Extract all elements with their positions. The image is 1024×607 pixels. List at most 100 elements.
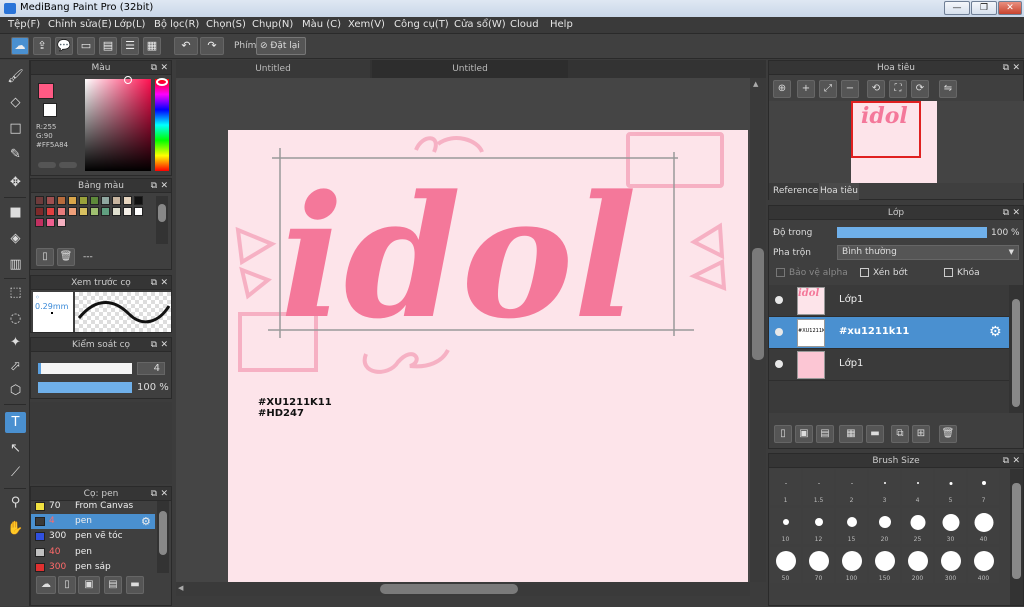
redo-icon[interactable]: ↷	[200, 37, 224, 55]
brush-size-cell[interactable]: 15	[836, 508, 867, 544]
menu-capture[interactable]: Chụp(N)	[252, 19, 293, 30]
zoom-in-icon[interactable]: +	[797, 80, 815, 98]
divide-tool-icon[interactable]: ⟋	[5, 462, 26, 483]
reset-button[interactable]: ⊘ Đặt lại	[256, 37, 306, 55]
menu-tools[interactable]: Công cụ(T)	[394, 19, 449, 30]
palette-swatch[interactable]	[90, 196, 99, 205]
palette-swatch[interactable]	[90, 207, 99, 216]
tab-reference[interactable]: Reference	[769, 183, 819, 200]
brush-size-cell[interactable]: 1.5	[803, 469, 834, 505]
gear-icon[interactable]: ⚙	[989, 324, 1002, 340]
new-layer-icon[interactable]: ▯	[774, 425, 792, 443]
palette-swatch[interactable]	[46, 207, 55, 216]
delete-layer-icon[interactable]: 🗑	[939, 425, 957, 443]
brush-tool-icon[interactable]: 🖌	[5, 66, 26, 87]
brush-row[interactable]: 300 pen vẽ tóc	[31, 529, 155, 544]
clipping-checkbox[interactable]	[860, 268, 869, 277]
palette-swatch[interactable]	[123, 207, 132, 216]
color-mode-toggle-2[interactable]	[59, 162, 77, 168]
float-icon[interactable]: ⧉	[151, 179, 157, 193]
menu-filter[interactable]: Bộ lọc(R)	[154, 19, 199, 30]
blend-mode-select[interactable]: Bình thường ▼	[837, 245, 1019, 260]
brush-size-cell[interactable]: 7	[968, 469, 999, 505]
bucket-tool-icon[interactable]: ◈	[5, 228, 26, 249]
brush-size-cell[interactable]: 3	[869, 469, 900, 505]
palette-swatch[interactable]	[46, 218, 55, 227]
brush-size-cell[interactable]: 10	[770, 508, 801, 544]
gear-icon[interactable]: ⚙	[141, 515, 151, 528]
palette-swatch[interactable]	[112, 196, 121, 205]
saturation-value-picker[interactable]	[85, 79, 151, 171]
dot-pen-tool-icon[interactable]: ✎	[5, 144, 26, 165]
palette-scrollbar[interactable]	[156, 196, 168, 244]
float-icon[interactable]: ⧉	[1003, 206, 1009, 220]
brush-size-cell[interactable]: 30	[935, 508, 966, 544]
layer-row[interactable]: idol Lớp1	[769, 285, 1009, 317]
select-pen-tool-icon[interactable]: ⬀	[5, 356, 26, 377]
palette-swatch[interactable]	[35, 196, 44, 205]
flip-icon[interactable]: ⇋	[939, 80, 957, 98]
zoom-icon[interactable]: ⊕	[773, 80, 791, 98]
float-icon[interactable]: ⧉	[151, 61, 157, 75]
rotate-right-icon[interactable]: ⟳	[911, 80, 929, 98]
layer-row[interactable]: Lớp1	[769, 349, 1009, 381]
sv-picker-handle[interactable]	[124, 76, 132, 84]
brush-settings-icon[interactable]: ▤	[104, 576, 122, 594]
palette-swatch[interactable]	[134, 207, 143, 216]
navigator-preview-area[interactable]: idol	[769, 101, 1024, 183]
palette-swatch[interactable]	[35, 218, 44, 227]
gradient-tool-icon[interactable]: ▥	[5, 254, 26, 275]
close-icon[interactable]: ✕	[1012, 454, 1020, 468]
zoom-out-icon[interactable]: −	[841, 80, 859, 98]
layer-list-scrollbar[interactable]	[1009, 285, 1023, 413]
operation-tool-icon[interactable]: ↖	[5, 438, 26, 459]
palette-swatch[interactable]	[68, 207, 77, 216]
palette-swatch[interactable]	[101, 207, 110, 216]
menu-color[interactable]: Màu (C)	[302, 19, 341, 30]
add-brush-menu-icon[interactable]: ▣	[78, 576, 100, 594]
share-icon[interactable]: ⇪	[33, 37, 51, 55]
document-icon[interactable]: ▤	[99, 37, 117, 55]
brush-size-cell[interactable]: 4	[902, 469, 933, 505]
protect-alpha-checkbox[interactable]	[776, 268, 785, 277]
canvas-horizontal-scrollbar[interactable]: ◀	[176, 582, 750, 596]
palette-swatch[interactable]	[68, 196, 77, 205]
close-icon[interactable]: ✕	[160, 338, 168, 352]
list-icon[interactable]: ☰	[121, 37, 139, 55]
brush-size-cell[interactable]: 2	[836, 469, 867, 505]
brush-list-scrollbar[interactable]	[157, 501, 169, 573]
palette-swatch[interactable]	[79, 196, 88, 205]
brush-row[interactable]: 70 From Canvas	[31, 499, 155, 514]
brush-size-cell[interactable]: 40	[968, 508, 999, 544]
palette-swatch[interactable]	[101, 196, 110, 205]
close-icon[interactable]: ✕	[1012, 206, 1020, 220]
brush-size-cell[interactable]: 300	[935, 547, 966, 583]
hue-handle[interactable]	[156, 78, 168, 86]
cloud-icon[interactable]: ☁	[11, 37, 29, 55]
cloud-brush-icon[interactable]: ☁	[36, 576, 56, 594]
tab-untitled-2[interactable]: Untitled	[372, 60, 568, 78]
select-rect-tool-icon[interactable]: ⬚	[5, 282, 26, 303]
close-button[interactable]: ✕	[998, 1, 1022, 15]
brush-opacity-slider[interactable]	[38, 382, 132, 393]
close-icon[interactable]: ✕	[1012, 61, 1020, 75]
close-icon[interactable]: ✕	[160, 61, 168, 75]
tab-navigator[interactable]: Hoa tiêu	[819, 183, 859, 200]
reset-view-icon[interactable]: ⛶	[889, 80, 907, 98]
brush-row[interactable]: 300 pen sáp	[31, 560, 155, 572]
menu-file[interactable]: Tệp(F)	[8, 19, 40, 30]
menu-window[interactable]: Cửa sổ(W)	[454, 19, 506, 30]
palette-swatch[interactable]	[57, 196, 66, 205]
palette-swatch[interactable]	[57, 207, 66, 216]
hand-tool-icon[interactable]: ✋	[5, 518, 26, 539]
brush-size-cell[interactable]: 12	[803, 508, 834, 544]
brush-size-cell[interactable]: 25	[902, 508, 933, 544]
tab-untitled-1[interactable]: Untitled	[176, 60, 370, 78]
comment-icon[interactable]: 💬	[55, 37, 73, 55]
menu-help[interactable]: Help	[550, 19, 573, 30]
color-mode-toggle[interactable]	[38, 162, 56, 168]
palette-swatch[interactable]	[123, 196, 132, 205]
menu-view[interactable]: Xem(V)	[348, 19, 385, 30]
canvas-workspace[interactable]: idol #XU1211K11 #HD247	[176, 78, 766, 582]
new-color-layer-icon[interactable]: ▣	[795, 425, 813, 443]
